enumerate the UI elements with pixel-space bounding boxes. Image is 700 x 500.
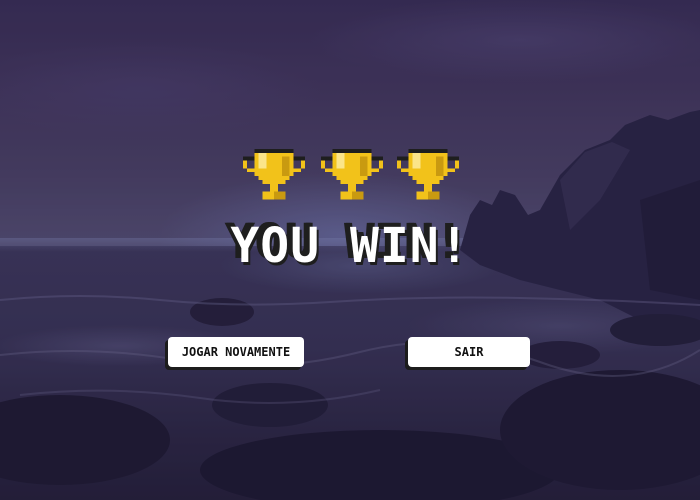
play-again-button[interactable]: JOGAR NOVAMENTE — [168, 337, 304, 367]
trophy-icon — [243, 148, 305, 200]
trophy-icon — [397, 148, 459, 200]
trophy-icon — [321, 148, 383, 200]
exit-button[interactable]: SAIR — [408, 337, 530, 367]
win-title: YOU WIN! — [230, 218, 470, 274]
trophy-row — [0, 145, 700, 207]
game-screen: YOU WIN! JOGAR NOVAMENTE SAIR — [0, 0, 700, 500]
